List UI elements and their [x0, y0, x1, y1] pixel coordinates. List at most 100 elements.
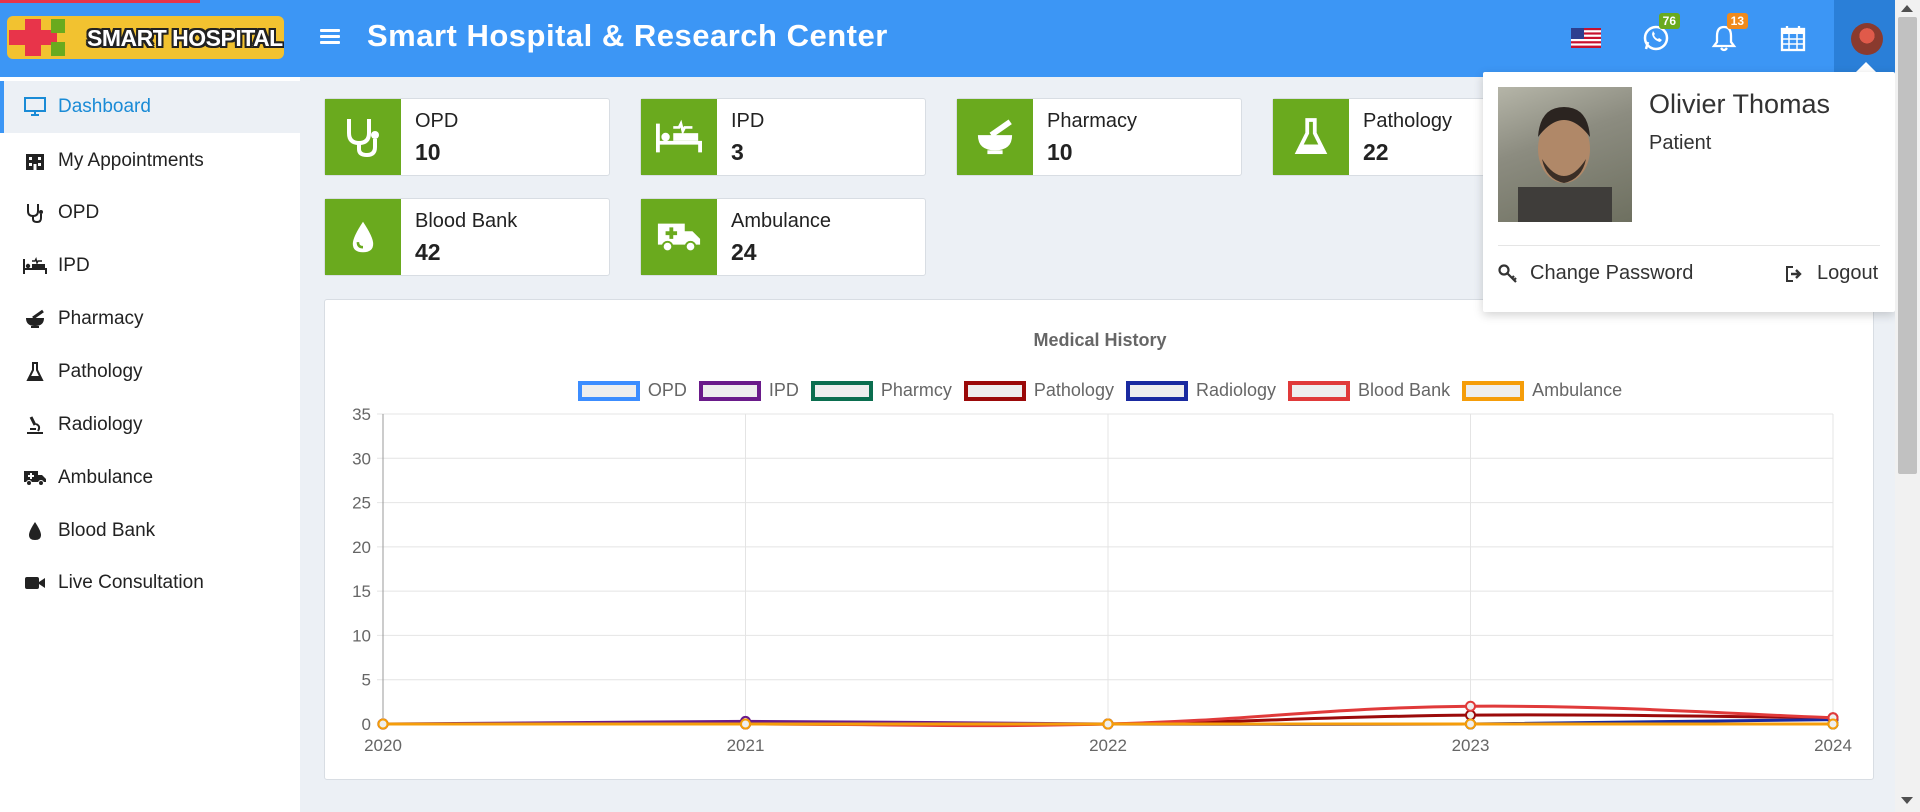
card-value: 10 [1047, 139, 1073, 165]
sidebar-item-label: IPD [58, 255, 90, 276]
x-tick-label: 2020 [364, 736, 402, 755]
stethoscope-icon [22, 202, 48, 224]
profile-role: Patient [1649, 132, 1712, 154]
sidebar-item-pharmacy[interactable]: Pharmacy [0, 293, 300, 345]
card-value: 42 [415, 239, 441, 265]
calendar-button[interactable] [1773, 18, 1813, 58]
data-point-ambulance [1827, 718, 1839, 730]
medical-history-chart: 0 5 10 15 20 25 30 35 2020 2021 2022 2023 2024 [352, 405, 1852, 755]
card-label: Pathology [1363, 110, 1452, 132]
app-title: Smart Hospital & Research Center [367, 18, 888, 53]
sidebar-item-label: Blood Bank [58, 520, 156, 541]
card-value: 3 [731, 139, 744, 165]
whatsapp-button[interactable]: 76 [1636, 13, 1680, 58]
monitor-icon [22, 96, 48, 118]
hospital-bed-icon [641, 99, 717, 175]
scroll-up-arrow-icon[interactable] [1901, 5, 1913, 12]
sign-out-icon [1785, 265, 1805, 283]
data-point-ambulance [740, 718, 751, 730]
top-navbar: SMART HOSPITAL Smart Hospital & Research… [0, 0, 1920, 77]
hospital-building-icon [22, 150, 48, 172]
notification-badge: 13 [1726, 13, 1748, 29]
sidebar-item-label: Pathology [58, 361, 143, 382]
us-flag-icon [1571, 28, 1601, 48]
ambulance-icon [641, 199, 717, 275]
video-camera-icon [22, 572, 48, 594]
logout-link[interactable]: Logout [1785, 262, 1878, 285]
sidebar-item-opd[interactable]: OPD [0, 187, 300, 239]
sidebar-item-ambulance[interactable]: Ambulance [0, 452, 300, 504]
opd-card[interactable]: OPD 10 [324, 98, 610, 176]
y-tick-label: 10 [352, 626, 371, 645]
logout-label: Logout [1817, 262, 1879, 284]
sidebar-item-label: Dashboard [58, 96, 151, 117]
x-tick-label: 2024 [1814, 736, 1852, 755]
card-label: Ambulance [731, 210, 832, 232]
ambulance-icon [22, 467, 48, 489]
change-password-link[interactable]: Change Password [1498, 262, 1693, 285]
loading-bar [0, 0, 200, 3]
dropdown-divider [1498, 245, 1880, 246]
ipd-card[interactable]: IPD 3 [640, 98, 926, 176]
card-value: 22 [1363, 139, 1389, 165]
x-tick-label: 2023 [1452, 736, 1490, 755]
blood-bank-card[interactable]: Blood Bank 42 [324, 198, 610, 276]
app-logo[interactable]: SMART HOSPITAL [7, 16, 284, 59]
ambulance-card[interactable]: Ambulance 24 [640, 198, 926, 276]
y-tick-label: 5 [362, 671, 371, 690]
data-point-blood-bank [1465, 700, 1476, 712]
logo-text: SMART HOSPITAL [87, 25, 283, 51]
language-flag-button[interactable] [1566, 18, 1606, 58]
data-point-ambulance [1465, 718, 1476, 730]
card-value: 24 [731, 239, 757, 265]
x-tick-label: 2021 [727, 736, 765, 755]
sidebar: Dashboard My Appointments OPD IPD Pharma… [0, 77, 300, 812]
sidebar-item-my-appointments[interactable]: My Appointments [0, 135, 300, 187]
card-value: 10 [415, 139, 441, 165]
sidebar-item-live-consultation[interactable]: Live Consultation [0, 557, 300, 609]
data-point-ambulance [1102, 718, 1114, 730]
y-tick-label: 20 [352, 538, 371, 557]
mortar-pestle-icon [22, 308, 48, 330]
avatar [1851, 22, 1883, 55]
change-password-label: Change Password [1530, 262, 1694, 284]
hospital-bed-icon [22, 255, 48, 277]
sidebar-item-label: Live Consultation [58, 572, 204, 593]
menu-toggle-button[interactable] [318, 26, 342, 50]
y-tick-label: 25 [352, 494, 371, 513]
x-tick-label: 2022 [1089, 736, 1127, 755]
data-point-ambulance [377, 718, 389, 730]
sidebar-item-dashboard[interactable]: Dashboard [0, 81, 300, 133]
key-icon [1498, 263, 1518, 284]
blood-drop-icon [325, 199, 401, 275]
sidebar-item-label: Pharmacy [58, 308, 144, 329]
scrollbar-thumb[interactable] [1898, 17, 1917, 474]
y-tick-label: 0 [362, 715, 371, 734]
flask-icon [1273, 99, 1349, 175]
sidebar-item-blood-bank[interactable]: Blood Bank [0, 505, 300, 557]
card-label: Blood Bank [415, 210, 518, 232]
profile-photo [1498, 87, 1632, 222]
card-label: IPD [731, 110, 765, 132]
calendar-icon [1780, 26, 1806, 52]
sidebar-item-ipd[interactable]: IPD [0, 240, 300, 292]
sidebar-item-radiology[interactable]: Radiology [0, 399, 300, 451]
microscope-icon [22, 414, 48, 436]
sidebar-item-label: Radiology [58, 414, 143, 435]
medical-cross-logo-icon [9, 19, 65, 56]
flask-icon [22, 361, 48, 383]
notifications-button[interactable]: 13 [1704, 13, 1748, 58]
mortar-pestle-icon [957, 99, 1033, 175]
y-tick-label: 15 [352, 582, 371, 601]
stethoscope-icon [325, 99, 401, 175]
medical-history-panel: Medical History OPD IPD Pharmcy Patholog… [324, 299, 1874, 780]
page-scrollbar[interactable] [1895, 0, 1920, 812]
sidebar-item-label: Ambulance [58, 467, 154, 488]
whatsapp-badge: 76 [1658, 13, 1680, 29]
scroll-down-arrow-icon[interactable] [1901, 797, 1913, 804]
data-point-pathology [1465, 709, 1476, 721]
sidebar-item-label: My Appointments [58, 150, 204, 171]
card-label: OPD [415, 110, 459, 132]
pharmacy-card[interactable]: Pharmacy 10 [956, 98, 1242, 176]
sidebar-item-pathology[interactable]: Pathology [0, 346, 300, 398]
